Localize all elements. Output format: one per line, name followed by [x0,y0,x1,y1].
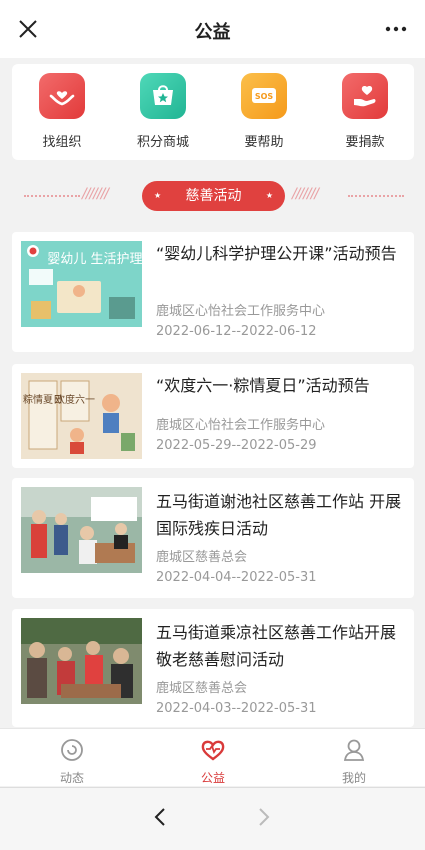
activity-thumbnail: 婴幼儿 生活护理 [21,241,142,327]
tab-charity[interactable]: 公益 [173,737,253,786]
activity-thumbnail: 粽情夏日 欢度六一 [21,373,142,459]
activity-org: 鹿城区心怡社会工作服务中心 [156,418,326,433]
shortcut-label: 要帮助 [244,135,284,150]
hands-heart-icon [39,73,85,119]
activity-title: 五马街道谢池社区慈善工作站 开展国际残疾日活动 [156,492,402,538]
svg-text:SOS: SOS [255,92,274,101]
shortcut-label: 要捐款 [345,135,385,150]
top-bar: 公益 [0,0,425,58]
thumb-text: 欢度六一 [55,393,95,406]
shortcut-donate[interactable]: 要捐款 [325,73,405,150]
activity-card[interactable]: 五马街道乘凉社区慈善工作站开展 敬老慈善慰问活动 鹿城区慈善总会 2022-04… [12,609,414,727]
activity-org: 鹿城区慈善总会 [156,550,248,565]
chevron-right-icon[interactable] [254,806,274,828]
activity-card[interactable]: 婴幼儿 生活护理 “婴幼儿科学护理公开课”活动预告 鹿城区心怡社会工作服务中心 … [12,232,414,352]
star-icon: ★ [154,191,162,200]
chevron-left-icon[interactable] [150,806,170,828]
shortcut-points-mall[interactable]: 积分商城 [123,73,203,150]
bottom-tab-bar: 动态 公益 我的 [0,728,425,786]
shortcut-label: 积分商城 [136,135,189,150]
activity-org: 鹿城区心怡社会工作服务中心 [156,304,326,319]
divider-right [348,195,404,197]
donate-heart-icon [342,73,388,119]
section-title-pill: ★ 慈善活动 ★ [142,181,285,211]
tab-label: 我的 [341,771,366,785]
star-shop-icon [140,73,186,119]
shortcut-need-help[interactable]: SOS 要帮助 [224,73,304,150]
divider-left [24,195,80,197]
page-title: 公益 [194,22,231,43]
thumb-text: 婴幼儿 生活护理 [47,252,142,267]
activity-thumbnail [21,618,142,704]
activity-date: 2022-06-12--2022-06-12 [156,324,317,339]
activity-date: 2022-04-04--2022-05-31 [156,570,317,585]
slash-decoration-right: /////// [292,186,319,202]
refresh-circle-icon [61,739,83,761]
activity-org: 鹿城区慈善总会 [156,681,248,696]
tab-mine[interactable]: 我的 [314,737,394,786]
shortcut-bar: 找组织 积分商城 SOS 要帮助 要捐款 [12,64,414,160]
activity-date: 2022-04-03--2022-05-31 [156,701,317,716]
tab-dynamics[interactable]: 动态 [32,737,112,786]
section-title: 慈善活动 [185,188,242,204]
slash-decoration-left: /////// [82,186,109,202]
activity-card[interactable]: 粽情夏日 欢度六一 “欢度六一·粽情夏日”活动预告 鹿城区心怡社会工作服务中心 … [12,364,414,468]
heart-pulse-icon [201,740,225,761]
browser-nav-bar [0,787,425,850]
activity-title: 五马街道乘凉社区慈善工作站开展 敬老慈善慰问活动 [156,623,397,669]
sos-icon: SOS [241,73,287,119]
activity-title: “婴幼儿科学护理公开课”活动预告 [156,244,397,263]
activity-card[interactable]: 五马街道谢池社区慈善工作站 开展国际残疾日活动 鹿城区慈善总会 2022-04-… [12,478,414,598]
tab-label: 动态 [59,771,84,785]
star-icon: ★ [265,191,273,200]
tab-label: 公益 [200,771,225,785]
activity-date: 2022-05-29--2022-05-29 [156,438,317,453]
activity-title: “欢度六一·粽情夏日”活动预告 [156,376,370,395]
section-header: /////// ★ 慈善活动 ★ /////// [0,180,425,212]
shortcut-label: 找组织 [42,135,82,150]
user-icon [343,739,365,761]
shortcut-find-org[interactable]: 找组织 [22,73,102,150]
more-icon[interactable] [385,22,407,36]
activity-thumbnail [21,487,142,573]
